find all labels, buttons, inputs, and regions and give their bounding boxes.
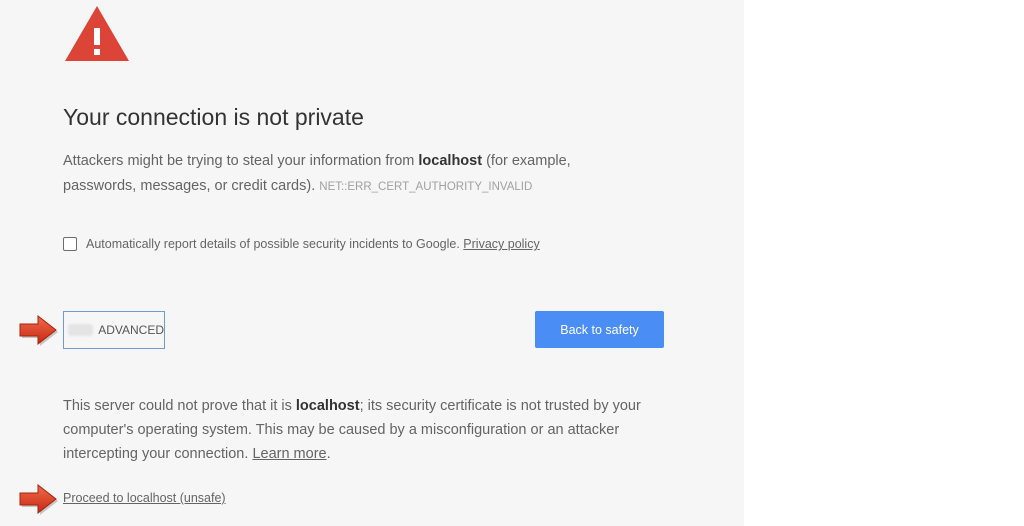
error-code: NET::ERR_CERT_AUTHORITY_INVALID [319, 181, 533, 193]
intro-text-start: Attackers might be trying to steal your … [63, 153, 419, 169]
details-paragraph: This server could not prove that it is l… [63, 394, 678, 466]
back-to-safety-button[interactable]: Back to safety [535, 311, 664, 348]
advanced-button[interactable]: ADVANCED [63, 311, 165, 349]
report-checkbox[interactable] [63, 237, 77, 251]
right-arrow-icon [19, 314, 58, 346]
back-to-safety-label: Back to safety [560, 322, 639, 337]
details-host: localhost [295, 398, 360, 414]
advanced-button-label: ADVANCED [98, 323, 164, 337]
proceed-unsafe-link[interactable]: Proceed to localhost (unsafe) [63, 491, 226, 505]
right-arrow-icon [19, 483, 58, 515]
report-label: Automatically report details of possible… [86, 237, 460, 251]
warning-triangle-icon [65, 6, 129, 61]
page-title: Your connection is not private [63, 104, 364, 130]
privacy-policy-link[interactable]: Privacy policy [463, 237, 539, 251]
interstitial-page: Your connection is not private Attackers… [0, 0, 744, 526]
empty-area [744, 0, 1024, 526]
details-text-end: . [326, 446, 331, 462]
intro-host: localhost [418, 153, 483, 169]
redacted-text [68, 324, 94, 336]
intro-paragraph: Attackers might be trying to steal your … [63, 149, 623, 200]
learn-more-link[interactable]: Learn more [252, 446, 326, 462]
details-text-start: This server could not prove that it is [63, 398, 296, 414]
report-option: Automatically report details of possible… [63, 237, 540, 251]
